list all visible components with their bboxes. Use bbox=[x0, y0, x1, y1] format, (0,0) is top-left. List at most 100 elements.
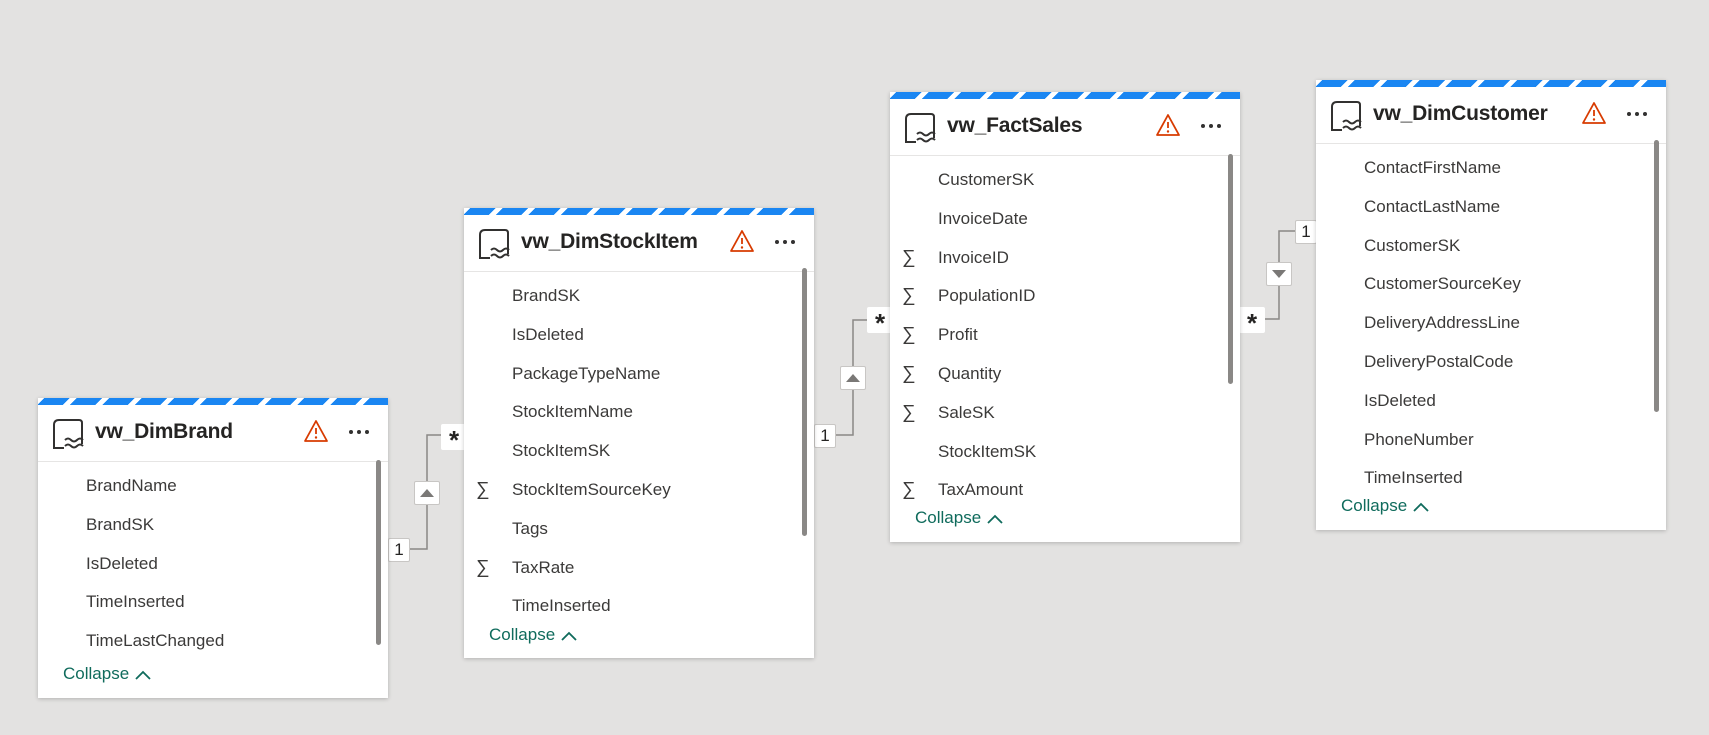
cardinality-many-label: * bbox=[874, 308, 886, 338]
field-row[interactable]: CustomerSK bbox=[1316, 227, 1646, 265]
lakehouse-table-icon bbox=[903, 111, 937, 145]
collapse-link[interactable]: Collapse bbox=[915, 508, 1005, 528]
cardinality-many-label: * bbox=[448, 425, 460, 455]
field-row[interactable]: BrandSK bbox=[464, 277, 794, 315]
table-title: vw_FactSales bbox=[947, 114, 1083, 137]
field-name: CustomerSK bbox=[1364, 235, 1461, 255]
warning-icon[interactable] bbox=[303, 419, 329, 443]
field-name: CustomerSourceKey bbox=[1364, 274, 1521, 294]
field-name: PhoneNumber bbox=[1364, 429, 1474, 449]
field-row[interactable]: CustomerSK bbox=[890, 161, 1220, 199]
field-row[interactable]: ∑ StockItemSourceKey bbox=[464, 471, 794, 509]
field-name: ContactLastName bbox=[1364, 196, 1501, 216]
field-list[interactable]: CustomerSK InvoiceDate ∑ InvoiceID ∑ Populati… bbox=[890, 156, 1240, 505]
field-row[interactable]: IsDeleted bbox=[1316, 382, 1646, 420]
sum-icon: ∑ bbox=[476, 479, 490, 500]
field-row[interactable]: PackageTypeName bbox=[464, 355, 794, 393]
collapse-link[interactable]: Collapse bbox=[63, 664, 153, 684]
table-card-vw-dimcustomer[interactable]: vw_DimCustomer ContactFirstName ContactLa… bbox=[1316, 80, 1666, 530]
field-name: Quantity bbox=[938, 364, 1002, 383]
table-header[interactable]: vw_DimStockItem bbox=[464, 215, 814, 272]
field-row[interactable]: StockItemName bbox=[464, 393, 794, 431]
field-row[interactable]: ∑ TaxRate bbox=[464, 549, 794, 587]
field-row[interactable]: ∑ Quantity bbox=[890, 355, 1220, 393]
field-name: ContactFirstName bbox=[1364, 158, 1501, 177]
more-options-icon[interactable] bbox=[1198, 113, 1224, 139]
field-row[interactable]: ∑ PopulationID bbox=[890, 277, 1220, 315]
cardinality-one-marker: 1 bbox=[1295, 220, 1317, 244]
field-row[interactable]: DeliveryPostalCode bbox=[1316, 343, 1646, 381]
field-name: DeliveryAddressLine bbox=[1364, 313, 1520, 333]
table-header-stripe bbox=[38, 398, 388, 405]
field-list-scrollbar[interactable] bbox=[376, 460, 381, 645]
field-name: IsDeleted bbox=[512, 324, 584, 344]
field-name: StockItemSourceKey bbox=[512, 480, 671, 499]
warning-icon[interactable] bbox=[729, 229, 755, 253]
field-row[interactable]: ContactLastName bbox=[1316, 188, 1646, 226]
filter-direction-up-icon[interactable] bbox=[414, 481, 440, 505]
field-row[interactable]: TimeInserted bbox=[38, 583, 368, 621]
chevron-up-icon bbox=[1413, 502, 1429, 512]
field-list-scrollbar[interactable] bbox=[802, 268, 807, 536]
sum-icon: ∑ bbox=[902, 479, 916, 501]
table-header[interactable]: vw_DimBrand bbox=[38, 405, 388, 462]
cardinality-one-label: 1 bbox=[820, 426, 830, 445]
field-name: InvoiceID bbox=[938, 247, 1009, 267]
table-card-vw-dimstockitem[interactable]: vw_DimStockItem BrandSK IsDeleted PackageT… bbox=[464, 208, 814, 658]
cardinality-many-label: * bbox=[1246, 308, 1258, 338]
collapse-link[interactable]: Collapse bbox=[1341, 496, 1431, 516]
filter-direction-down-icon[interactable] bbox=[1266, 262, 1292, 286]
field-row[interactable]: TimeInserted bbox=[464, 587, 794, 625]
field-row[interactable]: DeliveryAddressLine bbox=[1316, 304, 1646, 342]
table-header[interactable]: vw_FactSales bbox=[890, 99, 1240, 156]
field-row[interactable]: ∑ TaxAmount bbox=[890, 471, 1220, 509]
field-row[interactable]: StockItemSK bbox=[890, 433, 1220, 471]
warning-icon[interactable] bbox=[1155, 113, 1181, 137]
sum-icon: ∑ bbox=[476, 556, 490, 578]
field-name: StockItemSK bbox=[512, 441, 611, 461]
field-name: TaxAmount bbox=[938, 480, 1024, 500]
cardinality-many-marker: * bbox=[1239, 307, 1265, 338]
field-row[interactable]: Tags bbox=[464, 510, 794, 548]
field-name: TimeInserted bbox=[86, 592, 185, 612]
field-row[interactable]: TimeLastChanged bbox=[38, 622, 368, 660]
sum-icon: ∑ bbox=[902, 363, 916, 384]
more-options-icon[interactable] bbox=[772, 229, 798, 255]
field-row[interactable]: StockItemSK bbox=[464, 432, 794, 470]
field-list[interactable]: BrandSK IsDeleted PackageTypeName StockItem… bbox=[464, 272, 814, 621]
field-list[interactable]: ContactFirstName ContactLastName CustomerS… bbox=[1316, 144, 1666, 493]
table-header-stripe bbox=[464, 208, 814, 215]
field-name: TimeInserted bbox=[512, 596, 611, 616]
lakehouse-table-icon bbox=[477, 227, 511, 261]
more-options-icon[interactable] bbox=[1624, 101, 1650, 127]
table-title: vw_DimBrand bbox=[95, 420, 233, 443]
field-row[interactable]: ∑ SaleSK bbox=[890, 394, 1220, 432]
cardinality-one-marker: 1 bbox=[388, 538, 410, 562]
field-row[interactable]: PhoneNumber bbox=[1316, 421, 1646, 459]
chevron-up-icon bbox=[561, 631, 577, 641]
field-row[interactable]: ContactFirstName bbox=[1316, 149, 1646, 187]
warning-icon[interactable] bbox=[1581, 101, 1607, 125]
table-card-vw-factsales[interactable]: vw_FactSales CustomerSK InvoiceDate ∑ Invoi… bbox=[890, 92, 1240, 542]
cardinality-one-marker: 1 bbox=[814, 424, 836, 448]
field-row[interactable]: ∑ Profit bbox=[890, 316, 1220, 354]
cardinality-one-label: 1 bbox=[1301, 222, 1311, 241]
more-options-icon[interactable] bbox=[346, 419, 372, 445]
field-row[interactable]: BrandSK bbox=[38, 506, 368, 544]
table-card-vw-dimbrand[interactable]: vw_DimBrand BrandName BrandSK IsDeleted Tim… bbox=[38, 398, 388, 698]
field-row[interactable]: BrandName bbox=[38, 467, 368, 505]
field-list-scrollbar[interactable] bbox=[1228, 154, 1233, 384]
field-list-scrollbar[interactable] bbox=[1654, 140, 1659, 412]
field-row[interactable]: TimeInserted bbox=[1316, 459, 1646, 497]
table-header[interactable]: vw_DimCustomer bbox=[1316, 87, 1666, 144]
filter-direction-up-icon[interactable] bbox=[840, 366, 866, 390]
collapse-link[interactable]: Collapse bbox=[489, 625, 579, 645]
field-row[interactable]: IsDeleted bbox=[464, 316, 794, 354]
field-row[interactable]: IsDeleted bbox=[38, 545, 368, 583]
lakehouse-table-icon bbox=[1329, 99, 1363, 133]
field-row[interactable]: ∑ InvoiceID bbox=[890, 239, 1220, 277]
lakehouse-table-icon bbox=[51, 417, 85, 451]
field-list[interactable]: BrandName BrandSK IsDeleted TimeInserted Tim… bbox=[38, 462, 388, 656]
field-row[interactable]: CustomerSourceKey bbox=[1316, 265, 1646, 303]
field-row[interactable]: InvoiceDate bbox=[890, 200, 1220, 238]
